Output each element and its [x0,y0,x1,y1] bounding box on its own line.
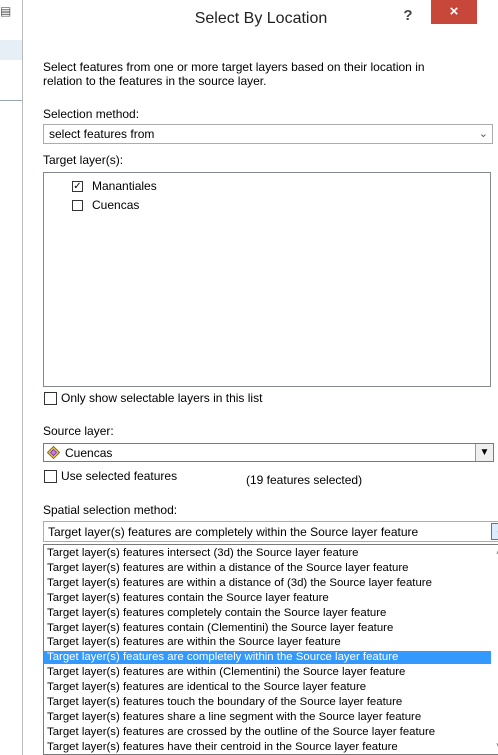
spatial-method-option[interactable]: Target layer(s) features intersect (3d) … [44,547,491,560]
dialog-description: Select features from one or more target … [43,60,425,88]
chevron-down-icon[interactable]: ⌄ [491,523,498,540]
spatial-method-option[interactable]: Target layer(s) features are within a di… [44,562,491,575]
spatial-method-options[interactable]: Target layer(s) features intersect (3d) … [43,544,498,755]
checkbox-manantiales[interactable]: ✓ [72,181,83,192]
spatial-method-option[interactable]: Target layer(s) features contain the Sou… [44,592,491,605]
select-by-location-dialog: Select By Location ? × Select features f… [22,0,498,755]
selection-method-label: Selection method: [43,107,140,121]
spatial-method-option[interactable]: Target layer(s) features touch the bound… [44,696,491,709]
spatial-method-option[interactable]: Target layer(s) features are crossed by … [44,726,491,739]
background-divider [0,100,22,101]
target-layers-list[interactable]: ✓ Manantiales Cuencas [43,172,491,387]
spatial-method-option[interactable]: Target layer(s) features completely cont… [44,607,491,620]
source-layer-dropdown[interactable]: Cuencas ▼ [43,443,494,462]
close-button[interactable]: × [431,0,477,24]
spatial-method-value: Target layer(s) features are completely … [48,525,419,539]
document-icon: ▤ [0,4,12,18]
target-layer-item[interactable]: Manantiales [92,178,157,194]
spatial-method-label: Spatial selection method: [43,503,178,517]
source-layer-label: Source layer: [43,424,114,438]
background-toolbar [0,40,22,60]
selection-method-value: select features from [49,127,155,141]
use-selected-label[interactable]: Use selected features [61,469,177,483]
spatial-method-option[interactable]: Target layer(s) features are identical t… [44,681,491,694]
help-button[interactable]: ? [395,4,421,28]
title-bar: Select By Location ? × [23,0,498,39]
source-layer-value: Cuencas [65,446,113,460]
chevron-down-icon: ⌄ [478,128,488,140]
spatial-method-option[interactable]: Target layer(s) features are completely … [44,651,491,665]
spatial-method-option[interactable]: Target layer(s) features are within a di… [44,577,491,590]
polygon-layer-icon [47,446,60,459]
spatial-method-dropdown[interactable]: Target layer(s) features are completely … [43,521,498,542]
spatial-method-option[interactable]: Target layer(s) features are within (Cle… [44,666,491,679]
background-window: ▤ [0,0,22,755]
selection-method-dropdown[interactable]: select features from ⌄ [43,124,493,144]
spatial-method-option[interactable]: Target layer(s) features have their cent… [44,741,491,754]
scrollbar[interactable]: ˄ ˅ [493,545,498,754]
dropdown-arrow-icon[interactable]: ▼ [475,444,493,461]
only-selectable-label[interactable]: Only show selectable layers in this list [61,391,262,405]
dialog-title: Select By Location [194,10,328,27]
checkbox-cuencas[interactable] [72,200,83,211]
spatial-method-option[interactable]: Target layer(s) features share a line se… [44,711,491,724]
target-layers-label: Target layer(s): [43,153,124,167]
spatial-method-option[interactable]: Target layer(s) features contain (Clemen… [44,622,491,635]
use-selected-checkbox[interactable] [44,470,57,483]
selected-count-text: (19 features selected) [246,473,363,487]
target-layer-item[interactable]: Cuencas [92,197,139,213]
spatial-method-option[interactable]: Target layer(s) features are within the … [44,636,491,649]
only-selectable-checkbox[interactable] [44,392,57,405]
